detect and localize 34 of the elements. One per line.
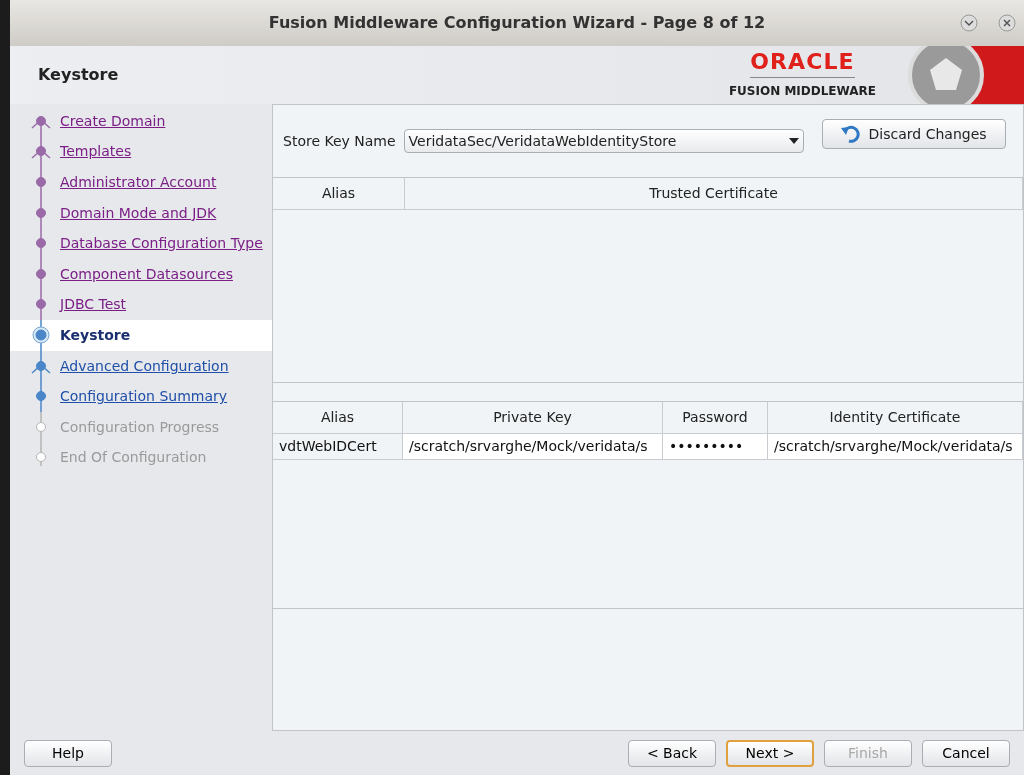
discard-changes-button[interactable]: Discard Changes <box>821 119 1006 149</box>
column-header: Identity Certificate <box>768 402 1023 433</box>
wizard-button[interactable]: Next > <box>726 739 814 767</box>
undo-icon <box>840 125 861 143</box>
page-heading: Keystore <box>37 64 119 86</box>
wizard-step[interactable]: Create Domain <box>10 106 272 137</box>
wizard-step[interactable]: Configuration Summary <box>10 381 272 412</box>
wizard-step[interactable]: Advanced Configuration <box>10 350 272 382</box>
table-cell: ••••••••• <box>663 434 768 459</box>
wizard-step[interactable]: Database Configuration Type <box>10 228 272 259</box>
column-header: Password <box>663 402 768 433</box>
column-header: Alias <box>273 402 403 433</box>
table-cell: /scratch/srvarghe/Mock/veridata/s <box>768 434 1023 459</box>
logo-subtitle: FUSION MIDDLEWARE <box>728 82 876 100</box>
store-key-dropdown[interactable]: VeridataSec/VeridataWebIdentityStore <box>403 129 804 153</box>
wizard-step[interactable]: Keystore <box>10 320 272 351</box>
wizard-step[interactable]: Domain Mode and JDK <box>10 197 272 229</box>
column-header: Alias <box>273 178 405 209</box>
wizard-step[interactable]: Administrator Account <box>10 167 272 198</box>
wizard-button[interactable]: < Back <box>628 739 716 767</box>
wizard-button[interactable]: Help <box>24 739 112 767</box>
wizard-step[interactable]: JDBC Test <box>10 289 272 321</box>
close-icon[interactable] <box>998 14 1016 32</box>
store-key-label: Store Key Name <box>283 131 396 151</box>
column-header: Private Key <box>403 402 663 433</box>
logo-wordmark: ORACLE <box>750 50 855 78</box>
table-cell: /scratch/srvarghe/Mock/veridata/s <box>403 434 663 459</box>
wizard-button[interactable]: Cancel <box>922 739 1010 767</box>
dropdown-caret-icon <box>788 138 799 144</box>
window-title: Fusion Middleware Configuration Wizard - Page 8 of 12 <box>268 12 766 34</box>
column-header: Trusted Certificate <box>405 178 1023 209</box>
wizard-step[interactable]: Templates <box>10 136 272 168</box>
wizard-step[interactable]: Component Datasources <box>10 258 272 290</box>
minimize-icon[interactable] <box>960 14 978 32</box>
